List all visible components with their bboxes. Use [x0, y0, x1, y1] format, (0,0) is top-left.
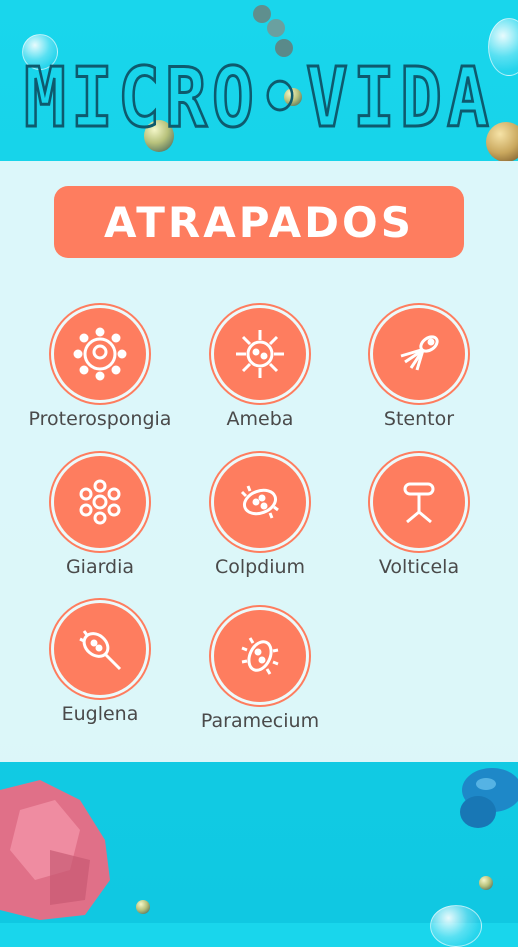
blob-decoration: [452, 764, 518, 834]
microbe-card-volticela[interactable]: Volticela: [334, 456, 504, 586]
game-title-text: MICRO•VIDA: [24, 52, 494, 142]
cilia-oval-icon: [214, 456, 306, 548]
game-title: MICRO•VIDA: [0, 50, 518, 148]
microbe-label: Euglena: [61, 703, 139, 725]
microbe-card-ameba[interactable]: Ameba: [175, 308, 345, 438]
microbe-label: Proterospongia: [28, 408, 172, 430]
microbe-card-euglena[interactable]: Euglena: [15, 603, 185, 733]
atrapados-header-label: ATRAPADOS: [104, 197, 414, 247]
microbe-label: Giardia: [65, 556, 135, 578]
bubble-decoration: [430, 905, 482, 947]
pink-cell-decoration: [0, 780, 115, 920]
ball-decoration: [479, 876, 493, 890]
virus-icon: [214, 308, 306, 400]
flower-cell-icon: [54, 456, 146, 548]
microbe-label: Paramecium: [200, 710, 320, 732]
microbe-card-colpdium[interactable]: Colpdium: [175, 456, 345, 586]
molecule-decoration: [250, 2, 294, 58]
microbe-card-giardia[interactable]: Giardia: [15, 456, 185, 586]
microbe-card-stentor[interactable]: Stentor: [334, 308, 504, 438]
microbe-label: Volticela: [378, 556, 460, 578]
spiky-oval-icon: [214, 610, 306, 702]
microbe-card-paramecium[interactable]: Paramecium: [175, 610, 345, 740]
microbe-card-proterospongia[interactable]: Proterospongia: [15, 308, 185, 438]
tentacle-icon: [373, 308, 465, 400]
flagella-cell-icon: [54, 603, 146, 695]
microbe-label: Stentor: [383, 408, 455, 430]
microbe-label: Colpdium: [214, 556, 306, 578]
cluster-ring-icon: [54, 308, 146, 400]
ball-decoration: [136, 900, 150, 914]
microbe-label: Ameba: [226, 408, 294, 430]
stalk-bell-icon: [373, 456, 465, 548]
atrapados-header-button[interactable]: ATRAPADOS: [54, 186, 464, 258]
